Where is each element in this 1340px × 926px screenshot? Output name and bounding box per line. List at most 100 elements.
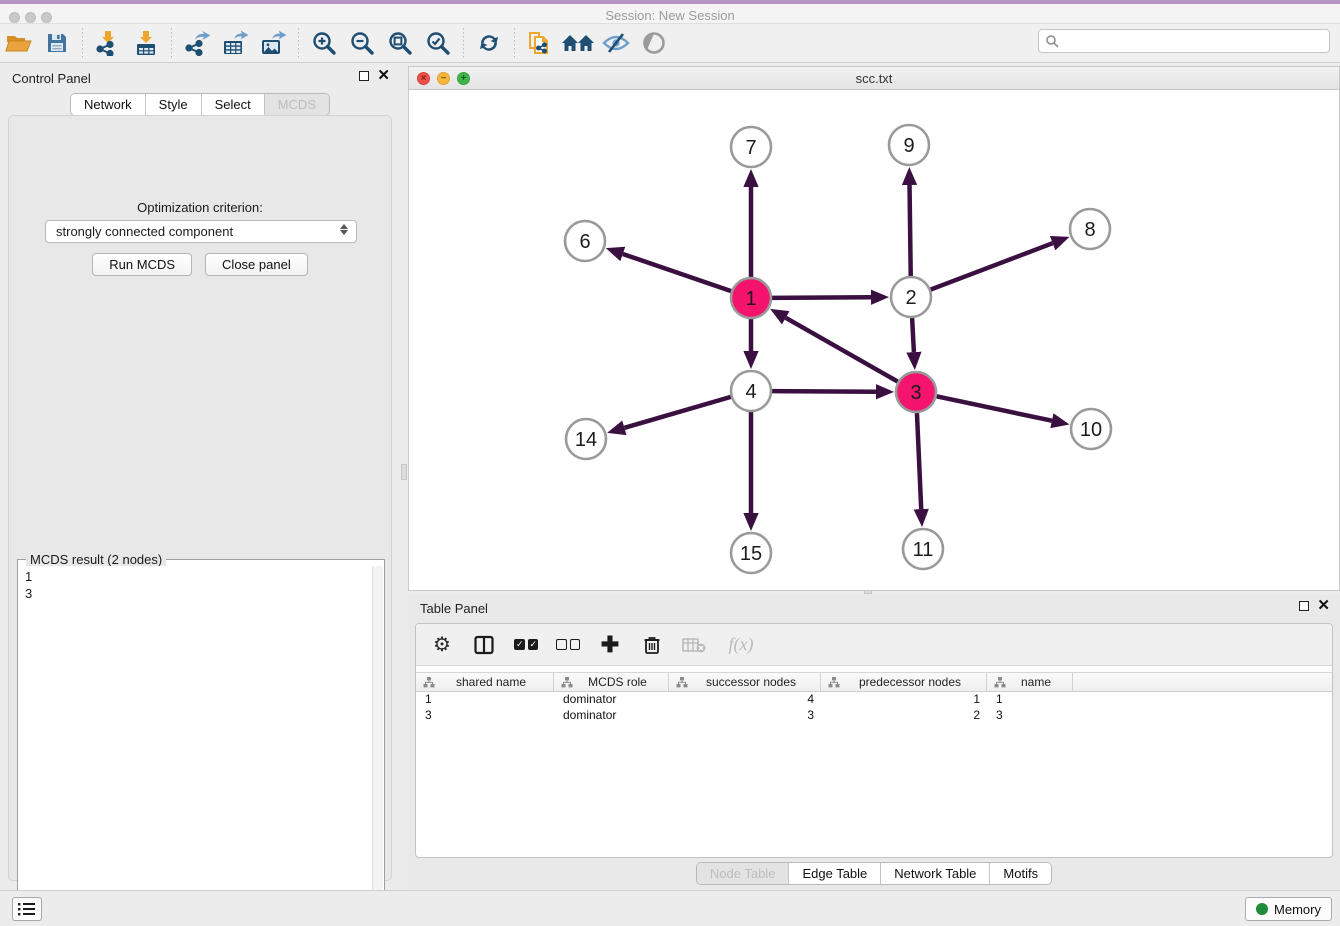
function-builder-button[interactable]: f(x)	[724, 633, 758, 657]
float-table-panel-icon[interactable]	[1299, 601, 1309, 611]
zoom-in-icon	[311, 30, 337, 56]
control-panel-title: Control Panel	[12, 71, 91, 86]
zoom-fit-button[interactable]	[383, 27, 417, 59]
export-network-button[interactable]	[180, 27, 214, 59]
table-cell: dominator	[554, 692, 669, 708]
edge-2-3[interactable]	[912, 318, 914, 352]
result-scrollbar[interactable]	[372, 566, 383, 926]
search-field[interactable]	[1038, 29, 1330, 53]
node-15[interactable]: 15	[731, 533, 771, 573]
node-9[interactable]: 9	[889, 125, 929, 165]
tab-network[interactable]: Network	[71, 94, 146, 115]
network-window-titlebar[interactable]: × − + scc.txt	[409, 67, 1339, 90]
table-row[interactable]: 3dominator323	[416, 708, 1332, 724]
edge-3-1[interactable]	[786, 318, 898, 382]
new-network-from-selection-button[interactable]	[523, 27, 557, 59]
delete-table-button[interactable]	[682, 633, 706, 657]
close-table-panel-icon[interactable]: ✕	[1317, 601, 1330, 611]
control-panel: Control Panel ✕ NetworkStyleSelectMCDS O…	[0, 63, 400, 890]
edge-4-14[interactable]	[624, 397, 730, 428]
column-header-MCDS-role[interactable]: MCDS role	[554, 673, 669, 691]
birds-eye-view-button[interactable]	[637, 27, 671, 59]
create-column-button[interactable]: ✚	[598, 633, 622, 657]
node-label: 6	[579, 231, 590, 253]
export-table-icon	[221, 30, 249, 56]
node-4[interactable]: 4	[731, 371, 771, 411]
zoom-in-button[interactable]	[307, 27, 341, 59]
memory-button[interactable]: Memory	[1245, 897, 1332, 921]
delete-column-button[interactable]	[640, 633, 664, 657]
zoom-selected-button[interactable]	[421, 27, 455, 59]
tab-node-table[interactable]: Node Table	[697, 863, 790, 884]
column-header-successor-nodes[interactable]: successor nodes	[669, 673, 821, 691]
edge-4-3[interactable]	[772, 391, 876, 392]
node-6[interactable]: 6	[565, 221, 605, 261]
float-panel-icon[interactable]	[359, 71, 369, 81]
column-header-predecessor-nodes[interactable]: predecessor nodes	[821, 673, 987, 691]
node-7[interactable]: 7	[731, 127, 771, 167]
export-image-icon	[259, 30, 287, 56]
tab-mcds[interactable]: MCDS	[265, 94, 329, 115]
column-type-icon	[994, 677, 1006, 688]
show-task-history-button[interactable]	[12, 897, 42, 921]
column-header-name[interactable]: name	[987, 673, 1073, 691]
column-type-icon	[828, 677, 840, 688]
edge-2-9[interactable]	[910, 185, 911, 276]
edge-1-6[interactable]	[623, 254, 731, 291]
node-14[interactable]: 14	[566, 419, 606, 459]
node-table: shared nameMCDS rolesuccessor nodesprede…	[416, 672, 1332, 724]
tab-motifs[interactable]: Motifs	[990, 863, 1051, 884]
home-button[interactable]	[561, 27, 595, 59]
toolbar-separator	[298, 28, 299, 58]
edge-1-2[interactable]	[772, 297, 871, 298]
apply-layout-button[interactable]	[472, 27, 506, 59]
tab-select[interactable]: Select	[202, 94, 265, 115]
node-3[interactable]: 3	[896, 372, 936, 412]
mcds-result-text[interactable]: 1 3	[19, 566, 371, 926]
column-type-icon	[561, 677, 573, 688]
node-label: 4	[745, 381, 756, 403]
select-all-button[interactable]	[514, 633, 538, 657]
close-panel-icon[interactable]: ✕	[377, 71, 390, 81]
table-settings-button[interactable]: ⚙	[430, 633, 454, 657]
memory-status-icon	[1256, 903, 1268, 915]
window-title: Session: New Session	[0, 8, 1340, 23]
node-1[interactable]: 1	[731, 278, 771, 318]
node-8[interactable]: 8	[1070, 209, 1110, 249]
trash-icon	[643, 635, 661, 655]
show-columns-button[interactable]	[472, 633, 496, 657]
column-header-shared-name[interactable]: shared name	[416, 673, 554, 691]
vertical-splitter-handle[interactable]	[401, 464, 407, 480]
edge-2-8[interactable]	[931, 243, 1053, 289]
memory-label: Memory	[1274, 902, 1321, 917]
tab-edge-table[interactable]: Edge Table	[789, 863, 881, 884]
table-tabs: Node TableEdge TableNetwork TableMotifs	[696, 862, 1052, 885]
tab-style[interactable]: Style	[146, 94, 202, 115]
import-network-button[interactable]	[91, 27, 125, 59]
export-image-button[interactable]	[256, 27, 290, 59]
close-panel-button[interactable]: Close panel	[205, 253, 308, 276]
optimization-criterion-select[interactable]: strongly connected component	[45, 220, 357, 243]
open-session-button[interactable]	[2, 27, 36, 59]
save-session-button[interactable]	[40, 27, 74, 59]
network-graph[interactable]: 7 9 6 8 1 2 4 3 14 10 15 11	[409, 90, 1339, 590]
refresh-icon	[476, 30, 502, 56]
table-cell: 3	[987, 708, 1073, 724]
node-10[interactable]: 10	[1071, 409, 1111, 449]
deselect-all-button[interactable]	[556, 633, 580, 657]
node-2[interactable]: 2	[891, 277, 931, 317]
zoom-out-button[interactable]	[345, 27, 379, 59]
search-input[interactable]	[1063, 31, 1329, 51]
node-11[interactable]: 11	[903, 529, 943, 569]
export-table-button[interactable]	[218, 27, 252, 59]
import-table-button[interactable]	[129, 27, 163, 59]
edge-3-10[interactable]	[937, 396, 1052, 420]
run-mcds-button[interactable]: Run MCDS	[92, 253, 192, 276]
hide-graphics-details-button[interactable]	[599, 27, 633, 59]
node-label: 10	[1080, 419, 1102, 441]
toolbar-separator	[82, 28, 83, 58]
table-cell: 2	[821, 708, 987, 724]
edge-3-11[interactable]	[917, 413, 921, 509]
tab-network-table[interactable]: Network Table	[881, 863, 990, 884]
table-row[interactable]: 1dominator411	[416, 692, 1332, 708]
